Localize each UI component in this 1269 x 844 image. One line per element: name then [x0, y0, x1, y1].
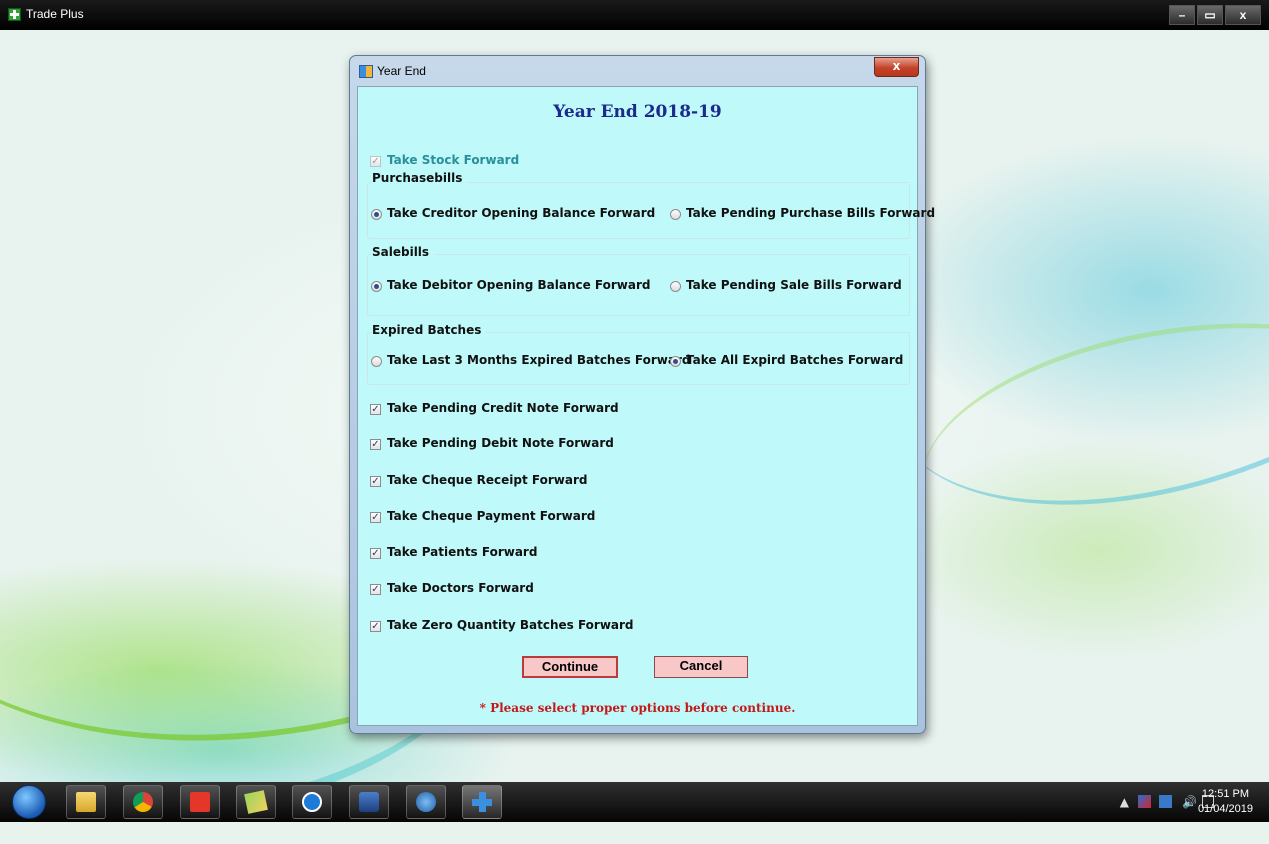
dialog-icon	[359, 65, 373, 78]
expired-batches-group-title: Expired Batches	[372, 323, 487, 337]
taskbar-clock[interactable]: 12:51 PM 01/04/2019	[1198, 787, 1253, 817]
doctors-forward-label: Take Doctors Forward	[387, 581, 534, 595]
teamviewer-icon	[302, 792, 322, 812]
zero-quantity-batches-checkbox[interactable]: ✓	[370, 621, 381, 632]
dialog-heading: Year End 2018-19	[553, 102, 722, 122]
salebills-group-title: Salebills	[372, 245, 435, 259]
start-button[interactable]	[12, 785, 46, 819]
all-expired-batches-radio[interactable]	[670, 356, 681, 367]
volume-icon[interactable]: 🔊	[1182, 795, 1197, 809]
taskbar-network-app[interactable]	[349, 785, 389, 819]
app-title: Trade Plus	[26, 7, 84, 21]
pending-debit-note-label: Take Pending Debit Note Forward	[387, 436, 614, 450]
last-3-months-expired-label: Take Last 3 Months Expired Batches Forwa…	[387, 353, 691, 367]
pending-debit-note-checkbox[interactable]: ✓	[370, 439, 381, 450]
dialog-close-button[interactable]: x	[874, 57, 919, 77]
continue-button[interactable]: Continue	[522, 656, 618, 678]
debitor-opening-balance-label: Take Debitor Opening Balance Forward	[387, 278, 651, 292]
pending-credit-note-checkbox[interactable]: ✓	[370, 404, 381, 415]
cheque-receipt-label: Take Cheque Receipt Forward	[387, 473, 588, 487]
take-stock-forward-label: Take Stock Forward	[387, 153, 520, 167]
flag-tray-icon[interactable]	[1159, 795, 1172, 808]
last-3-months-expired-radio[interactable]	[371, 356, 382, 367]
taskbar-folder-app[interactable]	[236, 785, 276, 819]
chrome-icon	[133, 792, 153, 812]
close-button[interactable]: x	[1225, 5, 1261, 25]
clock-date: 01/04/2019	[1197, 803, 1253, 815]
pending-sale-bills-radio[interactable]	[670, 281, 681, 292]
network-tray-icon[interactable]	[1138, 795, 1151, 808]
taskbar-teamviewer[interactable]	[292, 785, 332, 819]
doctors-forward-checkbox[interactable]: ✓	[370, 584, 381, 595]
patients-forward-label: Take Patients Forward	[387, 545, 538, 559]
dialog-title: Year End	[377, 64, 426, 78]
pending-credit-note-label: Take Pending Credit Note Forward	[387, 401, 619, 415]
purchasebills-group-title: Purchasebills	[372, 171, 468, 185]
taskbar: ▲ 🔊 12:51 PM 01/04/2019	[0, 782, 1269, 822]
cheque-payment-checkbox[interactable]: ✓	[370, 512, 381, 523]
warning-message: * Please select proper options before co…	[479, 701, 796, 715]
cheque-receipt-checkbox[interactable]: ✓	[370, 476, 381, 487]
cheque-payment-label: Take Cheque Payment Forward	[387, 509, 596, 523]
year-end-dialog: Year End x Year End 2018-19 ✓ Take Stock…	[349, 55, 935, 734]
cancel-button[interactable]: Cancel	[654, 656, 748, 678]
all-expired-batches-label: Take All Expird Batches Forward	[686, 353, 904, 367]
dialog-body: Year End 2018-19 ✓ Take Stock Forward Pu…	[357, 86, 935, 726]
restore-button[interactable]: ▭	[1197, 5, 1223, 25]
folder-app-icon	[244, 790, 268, 814]
trade-plus-icon	[8, 8, 21, 21]
anydesk-icon	[190, 792, 210, 812]
debitor-opening-balance-radio[interactable]	[371, 281, 382, 292]
network-app-icon	[359, 792, 379, 812]
zero-quantity-batches-label: Take Zero Quantity Batches Forward	[387, 618, 634, 632]
creditor-opening-balance-label: Take Creditor Opening Balance Forward	[387, 206, 656, 220]
app-titlebar: Trade Plus – ▭ x	[0, 0, 1269, 30]
take-stock-forward-checkbox: ✓	[370, 156, 381, 167]
pending-purchase-bills-label: Take Pending Purchase Bills Forward	[686, 206, 936, 220]
taskbar-anydesk[interactable]	[180, 785, 220, 819]
patients-forward-checkbox[interactable]: ✓	[370, 548, 381, 559]
creditor-opening-balance-radio[interactable]	[371, 209, 382, 220]
tray-expand-icon[interactable]: ▲	[1120, 795, 1129, 809]
taskbar-trade-plus[interactable]	[462, 785, 502, 819]
explorer-icon	[76, 792, 96, 812]
taskbar-chrome[interactable]	[123, 785, 163, 819]
pending-purchase-bills-radio[interactable]	[670, 209, 681, 220]
pending-sale-bills-label: Take Pending Sale Bills Forward	[686, 278, 902, 292]
taskbar-thunderbird[interactable]	[406, 785, 446, 819]
clock-time: 12:51 PM	[1201, 788, 1250, 800]
trade-plus-icon	[472, 792, 492, 812]
thunderbird-icon	[416, 792, 436, 812]
window-controls: – ▭ x	[1169, 5, 1261, 25]
taskbar-explorer[interactable]	[66, 785, 106, 819]
minimize-button[interactable]: –	[1169, 5, 1195, 25]
